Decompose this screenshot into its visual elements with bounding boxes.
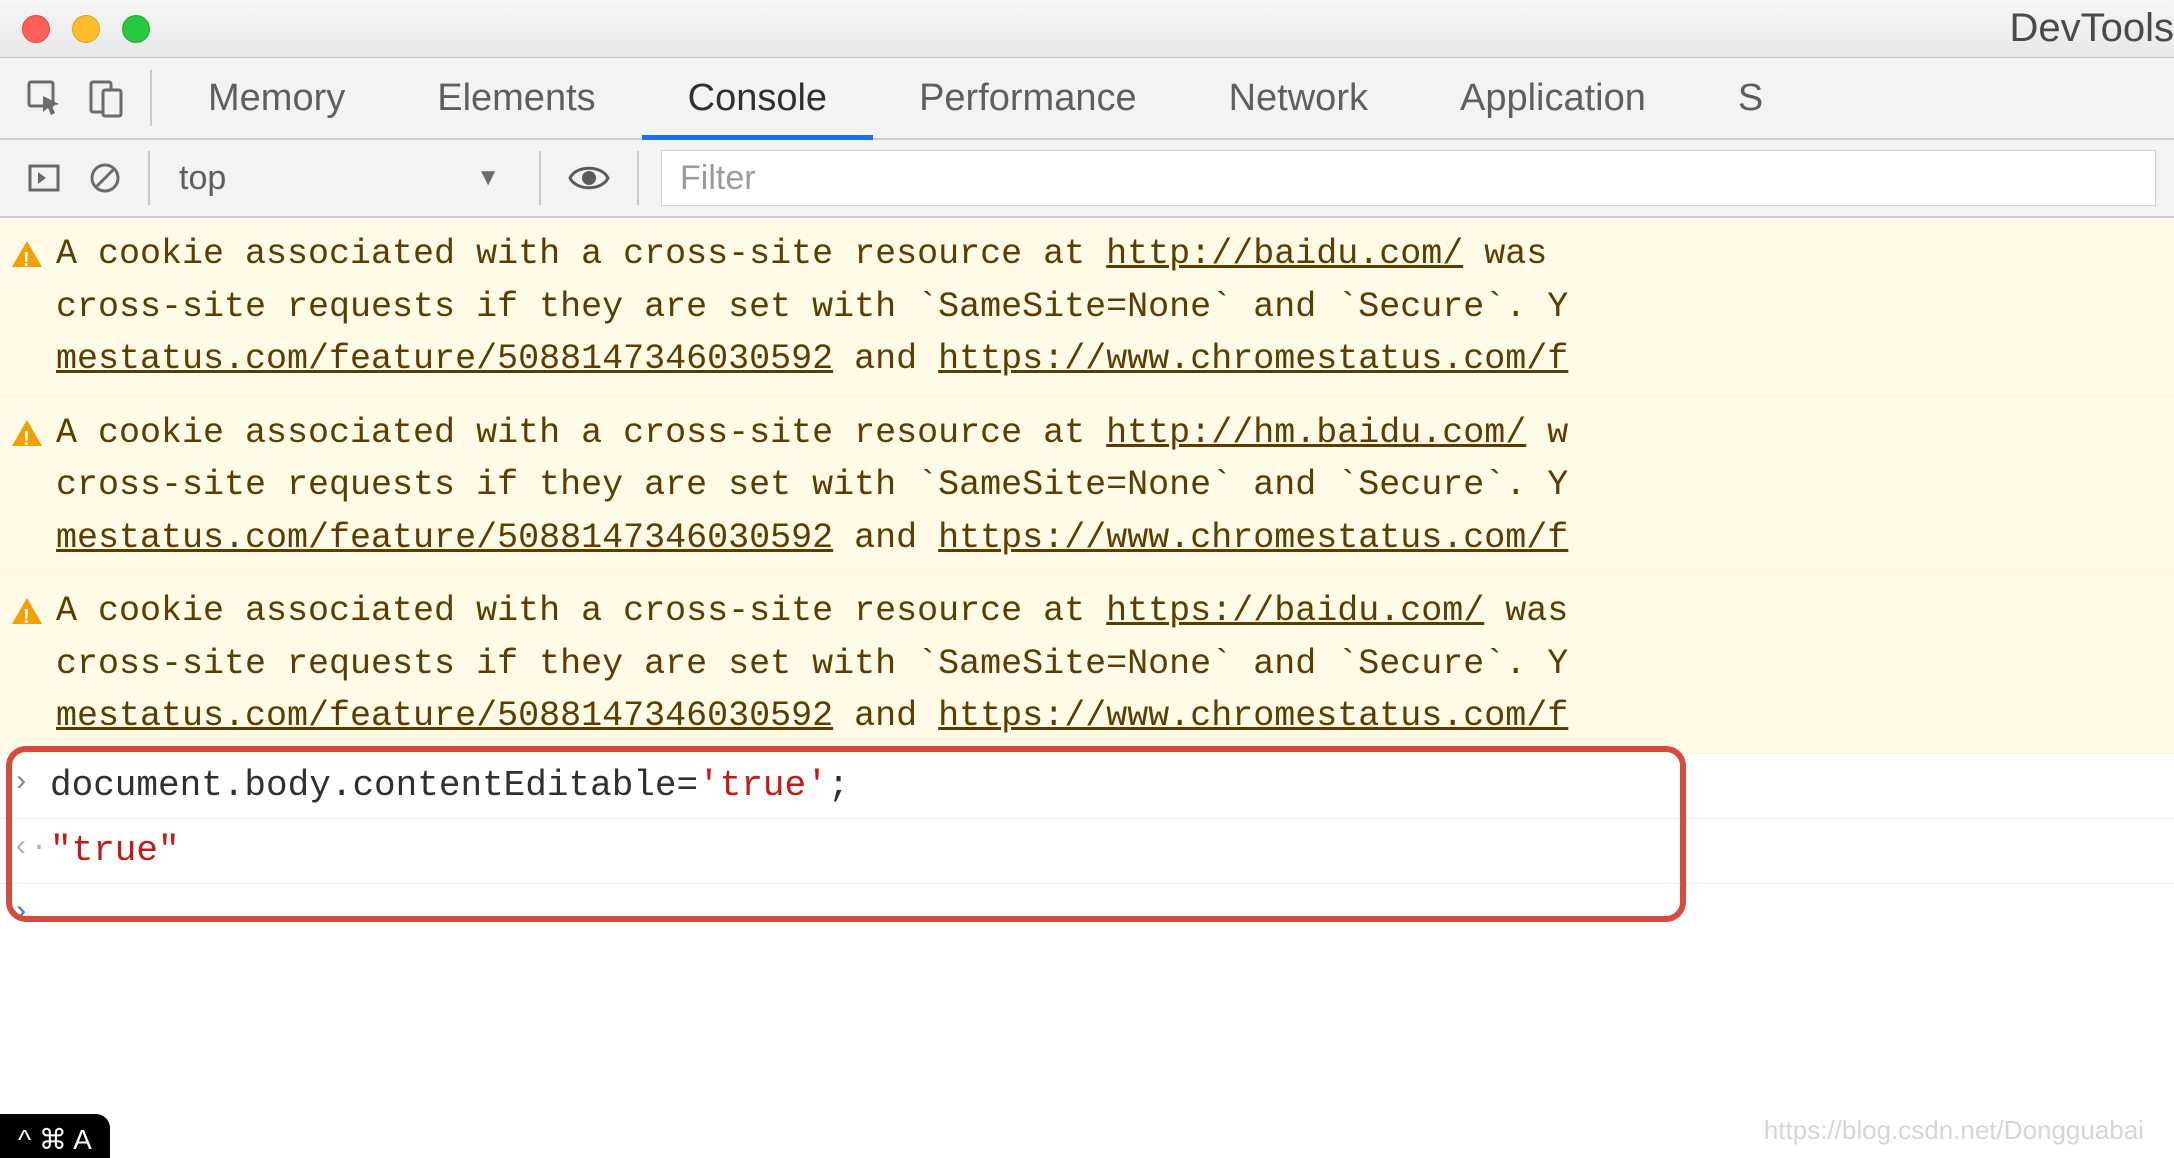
execution-context-selector[interactable]: top ▼ [158,148,531,208]
tab-performance[interactable]: Performance [873,58,1183,138]
tab-label: Application [1460,77,1646,120]
console-sidebar-toggle-icon[interactable] [0,160,70,196]
warning-text: and [833,696,938,736]
device-toolbar-icon[interactable] [70,58,140,138]
tab-label: Memory [208,77,345,120]
warning-link[interactable]: mestatus.com/feature/5088147346030592 [56,339,833,379]
console-result-row[interactable]: ‹· "true" [0,819,2174,884]
warning-link[interactable]: mestatus.com/feature/5088147346030592 [56,518,833,558]
warning-text: and [833,339,938,379]
tabbar-divider [150,70,152,126]
tab-elements[interactable]: Elements [391,58,641,138]
window-title: DevTools [2009,0,2174,57]
devtools-tabbar: Memory Elements Console Performance Netw… [0,58,2174,140]
window-titlebar: DevTools [0,0,2174,58]
console-toolbar: top ▼ [0,140,2174,218]
tab-application[interactable]: Application [1414,58,1692,138]
keyboard-shortcut-badge: ^ ⌘ A [0,1114,110,1158]
tab-console[interactable]: Console [642,58,873,138]
warning-text: was [1484,591,1568,631]
tab-memory[interactable]: Memory [162,58,391,138]
console-warning-row[interactable]: A cookie associated with a cross-site re… [0,218,2174,397]
warning-link[interactable]: http://baidu.com/ [1106,234,1463,274]
warning-link[interactable]: http://hm.baidu.com/ [1106,413,1526,453]
chevron-down-icon: ▼ [476,164,500,192]
tab-network[interactable]: Network [1183,58,1414,138]
console-prompt-row[interactable]: › [0,884,2174,942]
warning-text: A cookie associated with a cross-site re… [56,234,1106,274]
tab-more-cut[interactable]: S [1692,58,1763,138]
clear-console-icon[interactable] [70,161,140,195]
console-warning-row[interactable]: A cookie associated with a cross-site re… [0,397,2174,576]
watermark-text: https://blog.csdn.net/Dongguabai [1764,1115,2144,1146]
console-warning-row[interactable]: A cookie associated with a cross-site re… [0,575,2174,754]
warning-text: was [1463,234,1547,274]
warning-text: cross-site requests if they are set with… [56,287,1568,327]
result-indicator-icon: ‹· [12,825,50,871]
tab-label: Elements [437,77,595,120]
warning-link[interactable]: https://www.chromestatus.com/f [938,339,1568,379]
tab-label: Console [688,77,827,120]
warning-icon [12,411,42,464]
live-expression-icon[interactable] [549,163,629,193]
tab-label: Performance [919,77,1137,120]
maximize-window-button[interactable] [122,15,150,43]
toolbar-divider [148,151,150,205]
inspect-element-icon[interactable] [0,58,70,138]
console-io-region: › document.body.contentEditable='true'; … [0,754,2174,942]
warning-text: A cookie associated with a cross-site re… [56,591,1106,631]
context-label: top [179,159,226,198]
badge-text: ^ ⌘ A [18,1123,92,1156]
input-prompt-icon: › [12,760,50,806]
console-output-area: A cookie associated with a cross-site re… [0,218,2174,941]
tab-label: Network [1229,77,1368,120]
warning-link[interactable]: https://www.chromestatus.com/f [938,518,1568,558]
console-input-text: document.body.contentEditable='true'; [50,760,849,812]
console-input-row[interactable]: › document.body.contentEditable='true'; [0,754,2174,819]
warning-icon [12,589,42,642]
console-result-text: "true" [50,825,180,877]
toolbar-divider [539,151,541,205]
warning-link[interactable]: https://baidu.com/ [1106,591,1484,631]
tab-label: S [1738,77,1763,120]
toolbar-divider [637,151,639,205]
console-filter-input[interactable] [661,150,2156,206]
warning-text: cross-site requests if they are set with… [56,644,1568,684]
minimize-window-button[interactable] [72,15,100,43]
warning-text: w [1526,413,1568,453]
warning-text: and [833,518,938,558]
warning-text: cross-site requests if they are set with… [56,465,1568,505]
warning-icon [12,232,42,285]
close-window-button[interactable] [22,15,50,43]
warning-link[interactable]: mestatus.com/feature/5088147346030592 [56,696,833,736]
warning-link[interactable]: https://www.chromestatus.com/f [938,696,1568,736]
traffic-lights [0,15,150,43]
warning-text: A cookie associated with a cross-site re… [56,413,1106,453]
input-prompt-icon: › [12,890,50,936]
